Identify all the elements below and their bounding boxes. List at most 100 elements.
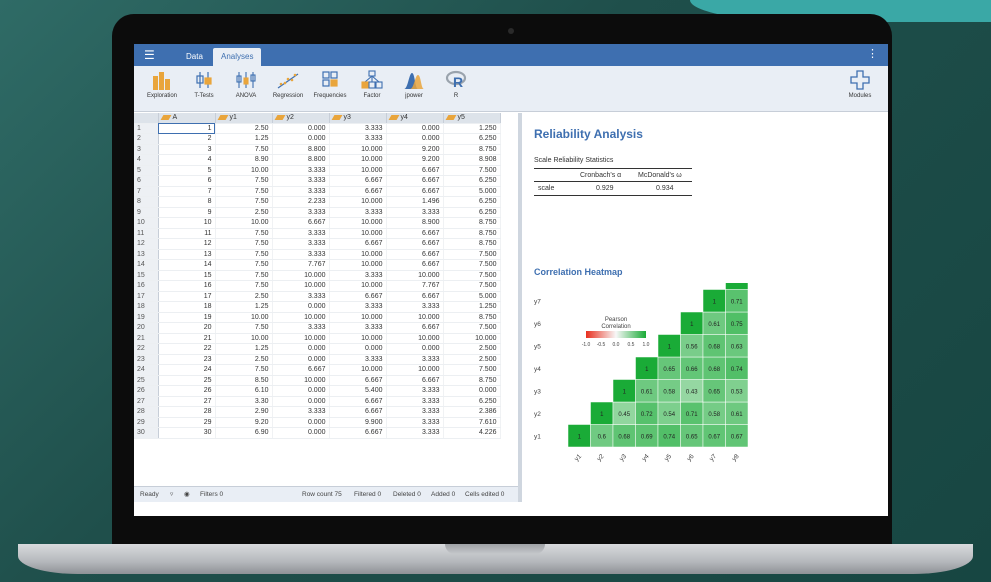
data-cell[interactable]: 1.25 [215,343,273,355]
data-cell[interactable]: 6.667 [386,249,444,260]
data-cell[interactable]: 2.233 [272,196,330,208]
data-cell[interactable]: 6.667 [386,228,444,239]
data-cell[interactable]: 19 [158,312,216,323]
data-cell[interactable]: 10.000 [329,364,387,376]
more-options-icon[interactable]: ⋮ [867,47,878,60]
row-number[interactable]: 7 [134,186,159,197]
data-cell[interactable]: 3.333 [272,291,330,302]
data-cell[interactable]: 8.750 [443,217,501,229]
data-cell[interactable]: 0.000 [272,396,330,407]
data-cell[interactable]: 7.50 [215,228,273,239]
row-number[interactable]: 28 [134,406,159,418]
data-cell[interactable]: 7.500 [443,364,501,376]
r-button[interactable]: R R [432,70,480,99]
tab-analyses[interactable]: Analyses [213,48,262,66]
data-cell[interactable]: 3.333 [386,406,444,418]
row-number[interactable]: 10 [134,217,159,229]
data-cell[interactable]: 6.667 [329,291,387,302]
data-cell[interactable]: 6.667 [386,165,444,176]
data-cell[interactable]: 3.333 [329,354,387,365]
row-number[interactable]: 26 [134,385,159,397]
data-cell[interactable]: 10.000 [329,228,387,239]
data-cell[interactable]: 6.667 [329,427,387,439]
data-cell[interactable]: 7.500 [443,270,501,281]
row-number[interactable]: 16 [134,280,159,292]
data-cell[interactable]: 21 [158,333,216,344]
data-cell[interactable]: 8.50 [215,375,273,386]
row-number[interactable]: 29 [134,417,159,428]
data-cell[interactable]: 7.50 [215,238,273,250]
data-cell[interactable]: 2.50 [215,207,273,218]
data-cell[interactable]: 2.500 [443,354,501,365]
column-header[interactable]: y5 [443,113,501,124]
data-cell[interactable]: 6.667 [386,322,444,334]
data-cell[interactable]: 1.250 [443,123,501,134]
data-cell[interactable]: 10.000 [329,217,387,229]
data-cell[interactable]: 10.000 [386,333,444,344]
data-cell[interactable]: 2.500 [443,343,501,355]
data-spreadsheet[interactable]: Ay1 y2 y3 y4 y5 1 1 2.50 0.000 3.333 0.000 1.250 2 2… [134,113,518,486]
data-cell[interactable]: 10.000 [329,144,387,155]
data-cell[interactable]: 0.000 [443,385,501,397]
data-cell[interactable]: 6.250 [443,175,501,187]
data-cell[interactable]: 3.333 [386,385,444,397]
data-cell[interactable]: 1.25 [215,133,273,145]
data-cell[interactable]: 6.667 [329,186,387,197]
data-cell[interactable]: 10.00 [215,312,273,323]
eye-icon[interactable]: ◉ [184,487,190,502]
data-cell[interactable]: 2.386 [443,406,501,418]
data-cell[interactable]: 7.50 [215,186,273,197]
data-cell[interactable]: 7.50 [215,364,273,376]
data-cell[interactable]: 6.667 [272,217,330,229]
data-cell[interactable]: 3.333 [329,123,387,134]
data-cell[interactable]: 7.50 [215,249,273,260]
modules-button[interactable]: Modules [836,70,884,99]
data-cell[interactable]: 7.767 [272,259,330,271]
row-number[interactable]: 22 [134,343,159,355]
data-cell[interactable]: 10 [158,217,216,229]
data-cell[interactable]: 2 [158,133,216,145]
row-number[interactable]: 13 [134,249,159,260]
data-cell[interactable]: 5.400 [329,385,387,397]
data-cell[interactable]: 6.250 [443,133,501,145]
data-cell[interactable]: 0.000 [386,343,444,355]
anova-button[interactable]: ANOVA [222,70,270,99]
data-cell[interactable]: 22 [158,343,216,355]
data-cell[interactable]: 10.000 [386,312,444,323]
row-number[interactable]: 12 [134,238,159,250]
data-cell[interactable]: 6.667 [386,291,444,302]
data-cell[interactable]: 3.333 [272,175,330,187]
data-cell[interactable]: 7.500 [443,322,501,334]
data-cell[interactable]: 3.333 [386,301,444,313]
data-cell[interactable]: 16 [158,280,216,292]
data-cell[interactable]: 6.667 [329,375,387,386]
data-cell[interactable]: 3.333 [329,133,387,145]
data-cell[interactable]: 0.000 [272,385,330,397]
data-cell[interactable]: 7.50 [215,144,273,155]
data-cell[interactable]: 3.333 [329,270,387,281]
data-cell[interactable]: 0.000 [272,427,330,439]
factor-button[interactable]: Factor [348,70,396,99]
data-cell[interactable]: 2.50 [215,291,273,302]
data-cell[interactable]: 0.000 [272,343,330,355]
filter-icon[interactable]: ▿ [170,487,173,502]
data-cell[interactable]: 8.900 [386,217,444,229]
data-cell[interactable]: 25 [158,375,216,386]
row-number[interactable]: 25 [134,375,159,386]
row-number[interactable]: 5 [134,165,159,176]
column-header[interactable]: y3 [329,113,387,124]
data-cell[interactable]: 10.000 [272,280,330,292]
data-cell[interactable]: 10.000 [272,312,330,323]
data-cell[interactable]: 10.000 [272,375,330,386]
data-cell[interactable]: 10.000 [329,259,387,271]
data-cell[interactable]: 0.000 [386,123,444,134]
data-cell[interactable]: 7.50 [215,196,273,208]
data-cell[interactable]: 10.000 [386,364,444,376]
data-cell[interactable]: 3.333 [329,301,387,313]
data-cell[interactable]: 3 [158,144,216,155]
data-cell[interactable]: 3.333 [386,354,444,365]
data-cell[interactable]: 6.667 [329,238,387,250]
data-cell[interactable]: 8.800 [272,154,330,166]
data-cell[interactable]: 27 [158,396,216,407]
regression-button[interactable]: Regression [264,70,312,99]
